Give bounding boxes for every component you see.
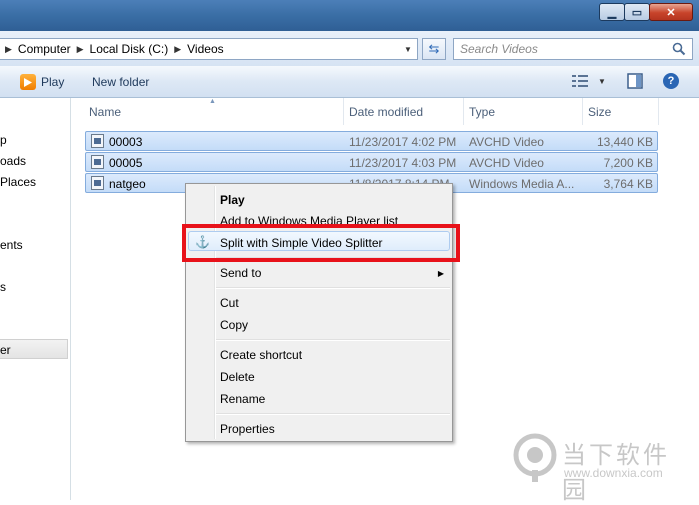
breadcrumb-computer[interactable]: Computer xyxy=(18,42,71,56)
views-button[interactable]: ▼ xyxy=(572,74,606,88)
column-date-modified[interactable]: Date modified xyxy=(349,105,423,119)
menu-item-send-to[interactable]: Send to xyxy=(220,266,261,280)
sort-ascending-icon: ▲ xyxy=(209,98,216,105)
menu-item-play[interactable]: Play xyxy=(220,193,245,207)
preview-pane-icon[interactable] xyxy=(627,73,643,89)
close-icon: ✕ xyxy=(666,6,676,19)
nav-item-desktop[interactable]: p xyxy=(0,133,7,147)
search-placeholder: Search Videos xyxy=(460,42,538,56)
file-row[interactable]: 00005 11/23/2017 4:03 PM AVCHD Video 7,2… xyxy=(85,152,658,172)
breadcrumb-chevron-icon[interactable]: ▶ xyxy=(71,44,90,55)
maximize-button[interactable]: ▭ xyxy=(624,3,650,21)
new-folder-button[interactable]: New folder xyxy=(92,75,149,89)
breadcrumb-videos[interactable]: Videos xyxy=(187,42,223,56)
column-type[interactable]: Type xyxy=(469,105,495,119)
column-size[interactable]: Size xyxy=(588,105,611,119)
submenu-arrow-icon: ▶ xyxy=(437,269,444,278)
toolbar: Play New folder ▼ ? xyxy=(0,66,699,98)
column-divider[interactable] xyxy=(463,98,464,125)
column-divider[interactable] xyxy=(658,98,659,125)
menu-separator xyxy=(216,339,450,341)
title-bar: ▁ ▭ ✕ xyxy=(0,0,699,31)
nav-item-computer[interactable]: er xyxy=(0,343,11,357)
menu-item-create-shortcut[interactable]: Create shortcut xyxy=(220,348,302,362)
nav-item-downloads[interactable]: oads xyxy=(0,154,26,168)
close-button[interactable]: ✕ xyxy=(649,3,693,21)
breadcrumb-chevron-icon[interactable]: ▶ xyxy=(168,44,187,55)
navigation-pane: p oads Places ents s er xyxy=(0,98,71,500)
menu-item-delete[interactable]: Delete xyxy=(220,370,255,384)
file-date: 11/23/2017 4:03 PM xyxy=(349,156,457,170)
play-button[interactable]: Play xyxy=(20,74,64,90)
file-name: 00003 xyxy=(109,135,143,149)
watermark: 当下软件园 www.downxia.com xyxy=(512,432,692,504)
refresh-button[interactable]: ⇆ xyxy=(422,38,446,60)
file-date: 11/23/2017 4:02 PM xyxy=(349,135,457,149)
file-type: AVCHD Video xyxy=(469,135,544,149)
menu-item-properties[interactable]: Properties xyxy=(220,422,275,436)
file-type: Windows Media A... xyxy=(469,177,575,191)
file-type: AVCHD Video xyxy=(469,156,544,170)
address-dropdown-icon[interactable]: ▼ xyxy=(399,39,417,59)
file-name: 00005 xyxy=(109,156,143,170)
menu-separator xyxy=(216,413,450,415)
help-icon[interactable]: ? xyxy=(663,73,679,89)
nav-item-documents[interactable]: ents xyxy=(0,238,23,252)
breadcrumb-local-disk[interactable]: Local Disk (C:) xyxy=(90,42,169,56)
refresh-icon: ⇆ xyxy=(428,41,440,56)
watermark-logo-icon xyxy=(513,433,557,482)
address-bar[interactable]: ▶ Computer ▶ Local Disk (C:) ▶ Videos ▼ xyxy=(0,38,418,60)
column-headers: ▲ Name Date modified Type Size xyxy=(71,98,699,125)
file-size: 13,440 KB xyxy=(596,135,653,149)
maximize-icon: ▭ xyxy=(631,6,643,19)
nav-item-recent-places[interactable]: Places xyxy=(0,175,36,189)
highlight-annotation-box xyxy=(182,224,460,262)
nav-item-pictures[interactable]: s xyxy=(0,280,6,294)
video-file-icon xyxy=(91,155,104,169)
file-row[interactable]: 00003 11/23/2017 4:02 PM AVCHD Video 13,… xyxy=(85,131,658,151)
search-input[interactable]: Search Videos xyxy=(453,38,693,60)
file-size: 3,764 KB xyxy=(603,177,653,191)
column-name[interactable]: Name xyxy=(89,105,121,119)
video-file-icon xyxy=(91,134,104,148)
file-name: natgeo xyxy=(109,177,146,191)
watermark-url: www.downxia.com xyxy=(564,466,663,480)
menu-item-rename[interactable]: Rename xyxy=(220,392,265,406)
play-icon xyxy=(20,74,36,90)
address-row: ▶ Computer ▶ Local Disk (C:) ▶ Videos ▼ … xyxy=(0,31,699,66)
file-size: 7,200 KB xyxy=(603,156,653,170)
breadcrumb-chevron-icon[interactable]: ▶ xyxy=(0,44,18,55)
menu-separator xyxy=(216,287,450,289)
play-label: Play xyxy=(41,75,65,89)
views-icon xyxy=(572,75,588,87)
window-controls: ▁ ▭ ✕ xyxy=(599,3,693,21)
views-dropdown-icon: ▼ xyxy=(598,76,606,86)
menu-item-cut[interactable]: Cut xyxy=(220,296,239,310)
minimize-icon: ▁ xyxy=(607,6,617,19)
menu-item-copy[interactable]: Copy xyxy=(220,318,248,332)
column-divider[interactable] xyxy=(343,98,344,125)
media-file-icon xyxy=(91,176,104,190)
minimize-button[interactable]: ▁ xyxy=(599,3,625,21)
column-divider[interactable] xyxy=(582,98,583,125)
search-icon[interactable] xyxy=(672,42,686,56)
context-menu: Play Add to Windows Media Player list ⚓ … xyxy=(185,183,453,442)
